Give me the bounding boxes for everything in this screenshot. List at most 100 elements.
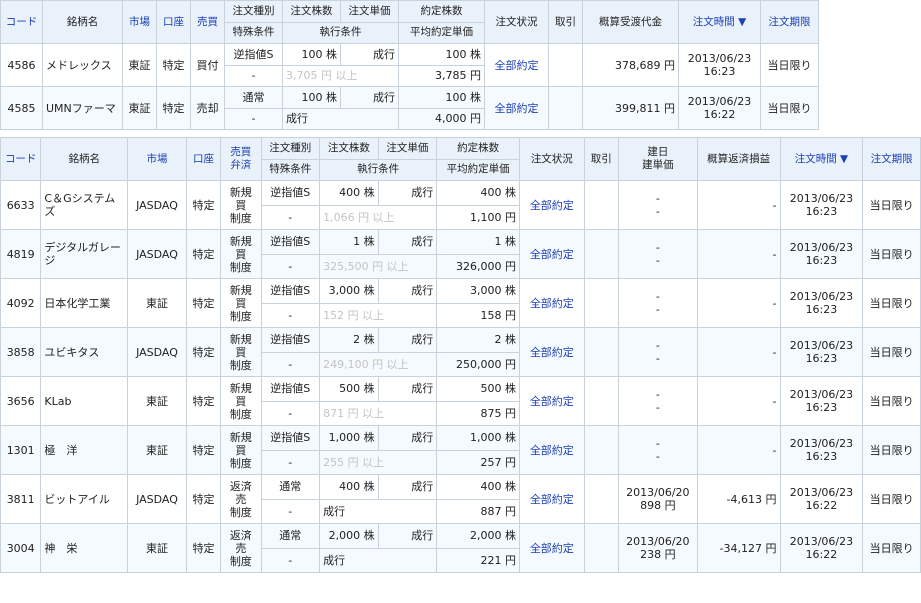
- open-info: 2013/06/20 898 円: [617, 474, 698, 524]
- order-status[interactable]: 全部約定: [530, 297, 574, 310]
- cancel-cell: [548, 43, 583, 87]
- order-date: 2013/06/23: [789, 535, 854, 548]
- col-header-side[interactable]: 売買: [190, 0, 225, 44]
- order-status[interactable]: 全部約定: [530, 542, 574, 555]
- order-status-link[interactable]: 全部約定: [519, 376, 585, 426]
- order-price: 成行: [340, 86, 399, 109]
- open-date: 2013/06/20: [626, 486, 690, 499]
- col-header-code[interactable]: コード: [0, 137, 42, 181]
- order-clock: 16:22: [703, 108, 736, 121]
- avg-filled-price: 158 円: [436, 302, 520, 328]
- account: 特定: [156, 86, 191, 130]
- order-status-link[interactable]: 全部約定: [484, 43, 549, 87]
- stock-name: C＆Gシステムズ: [40, 180, 129, 230]
- order-qty: 100 株: [282, 86, 341, 109]
- order-type: 逆指値S: [224, 43, 283, 66]
- est-profit-loss: -: [696, 425, 781, 475]
- est-profit-loss: -34,127 円: [696, 523, 781, 573]
- col-header-order-type: 注文種別: [260, 137, 321, 160]
- order-status[interactable]: 全部約定: [495, 59, 539, 72]
- stock-code: 3858: [0, 327, 42, 377]
- order-status-link[interactable]: 全部約定: [519, 425, 585, 475]
- order-qty: 100 株: [282, 43, 341, 66]
- exec-condition: 3,705 円 以上: [282, 64, 399, 87]
- order-status[interactable]: 全部約定: [530, 248, 574, 261]
- order-date: 2013/06/23: [687, 52, 752, 65]
- stock-code: 1301: [0, 425, 42, 475]
- special-condition: -: [260, 547, 321, 573]
- col-header-order-time[interactable]: 注文時間 ▼: [779, 137, 864, 181]
- order-status[interactable]: 全部約定: [495, 102, 539, 115]
- filled-qty: 3,000 株: [436, 278, 520, 304]
- stock-code: 3656: [0, 376, 42, 426]
- est-profit-loss: -: [696, 327, 781, 377]
- trade-side-1: 新規: [229, 185, 252, 199]
- order-status[interactable]: 全部約定: [530, 199, 574, 212]
- est-amount: 378,689 円: [582, 43, 679, 87]
- order-status-link[interactable]: 全部約定: [519, 523, 585, 573]
- stock-name: 神 栄: [40, 523, 129, 573]
- order-time: 2013/06/23 16:23: [779, 425, 864, 475]
- order-status[interactable]: 全部約定: [530, 493, 574, 506]
- col-header-cancel: 取引: [548, 0, 583, 44]
- open-price: 238 円: [640, 548, 676, 561]
- col-header-order-type: 注文種別: [224, 0, 283, 23]
- filled-qty: 2,000 株: [436, 523, 520, 549]
- order-clock: 16:23: [805, 401, 838, 414]
- order-date: 2013/06/23: [789, 388, 854, 401]
- special-condition: -: [224, 107, 283, 130]
- stock-name: ビットアイル: [40, 474, 129, 524]
- order-status-link[interactable]: 全部約定: [519, 278, 585, 328]
- cancel-cell: [583, 474, 619, 524]
- order-status[interactable]: 全部約定: [530, 395, 574, 408]
- stock-code: 4585: [0, 86, 43, 130]
- filled-qty: 2 株: [436, 327, 520, 353]
- market: JASDAQ: [127, 327, 187, 377]
- open-info: - -: [617, 376, 698, 426]
- trade-side: 売却: [190, 86, 225, 130]
- open-price: -: [655, 205, 660, 218]
- col-header-expiry[interactable]: 注文期限: [760, 0, 819, 44]
- trade-side: 新規 買 制度: [220, 376, 262, 426]
- col-header-exec-cond: 執行条件: [319, 158, 438, 181]
- order-status-link[interactable]: 全部約定: [519, 229, 585, 279]
- stock-name: KLab: [40, 376, 129, 426]
- order-time: 2013/06/23 16:23: [779, 376, 864, 426]
- table-row: 4092 日本化学工業 東証 特定 新規 買 制度 逆指値S 3,000 株 成…: [0, 278, 921, 328]
- open-price: -: [655, 352, 660, 365]
- col-header-open: 建日 建単価: [617, 137, 698, 181]
- order-type: 通常: [260, 523, 321, 549]
- order-expiry: 当日限り: [862, 278, 921, 328]
- filled-qty: 100 株: [398, 43, 485, 66]
- cancel-cell: [583, 425, 619, 475]
- order-status[interactable]: 全部約定: [530, 346, 574, 359]
- order-clock: 16:23: [805, 205, 838, 218]
- order-type: 逆指値S: [260, 180, 321, 206]
- exec-condition: 成行: [282, 107, 399, 130]
- col-header-side[interactable]: 売買 弁済: [220, 137, 262, 181]
- col-header-open-date: 建日: [647, 146, 669, 158]
- col-header-market[interactable]: 市場: [127, 137, 187, 181]
- stock-name: 日本化学工業: [40, 278, 129, 328]
- est-profit-loss: -: [696, 180, 781, 230]
- order-status-link[interactable]: 全部約定: [519, 327, 585, 377]
- col-header-account[interactable]: 口座: [185, 137, 222, 181]
- account: 特定: [185, 327, 222, 377]
- order-status-link[interactable]: 全部約定: [484, 86, 549, 130]
- market: 東証: [127, 278, 187, 328]
- trade-side-2: 買: [235, 345, 247, 359]
- trade-side-2: 買: [235, 296, 247, 310]
- col-header-market[interactable]: 市場: [122, 0, 157, 44]
- order-status[interactable]: 全部約定: [530, 444, 574, 457]
- col-header-expiry[interactable]: 注文期限: [862, 137, 921, 181]
- col-header-name: 銘柄名: [42, 0, 123, 44]
- market: 東証: [127, 376, 187, 426]
- col-header-code[interactable]: コード: [0, 0, 43, 44]
- avg-filled-price: 1,100 円: [436, 204, 520, 230]
- col-header-order-time[interactable]: 注文時間 ▼: [678, 0, 761, 44]
- order-status-link[interactable]: 全部約定: [519, 474, 585, 524]
- filled-qty: 1,000 株: [436, 425, 520, 451]
- col-header-account[interactable]: 口座: [156, 0, 191, 44]
- order-status-link[interactable]: 全部約定: [519, 180, 585, 230]
- market: JASDAQ: [127, 180, 187, 230]
